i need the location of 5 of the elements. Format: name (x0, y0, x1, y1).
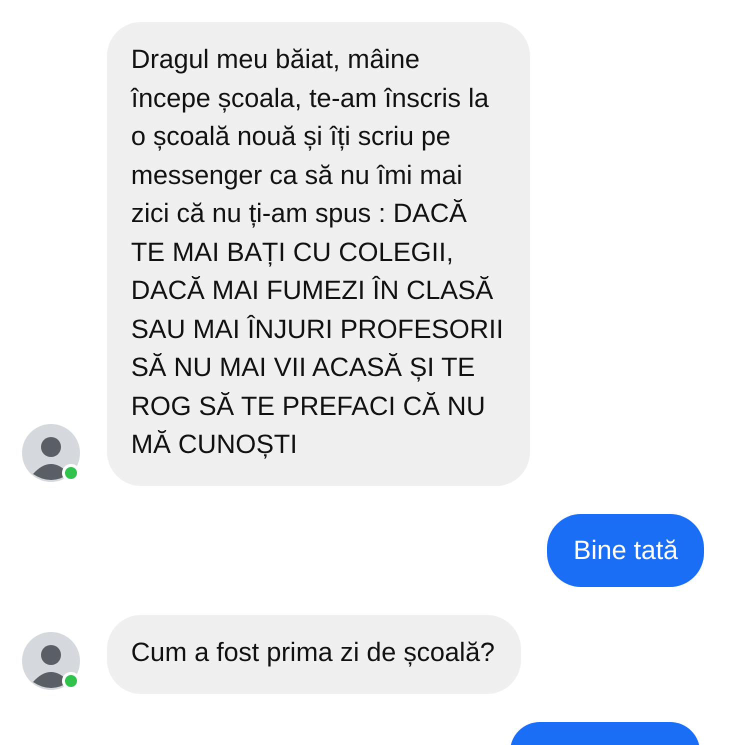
avatar (22, 424, 80, 482)
message-bubble: Bine tată (547, 514, 704, 587)
avatar (22, 632, 80, 690)
message-bubble: Cum a fost prima zi de școală? (107, 615, 521, 694)
message-bubble: Dragul meu băiat, mâine începe școala, te-am înscris la o școală nouă și îți scriu pe messenger ca să nu îmi mai zici că nu ți-am spus : DACĂ TE MAI BAȚI CU COLEGII, DACĂ MAI FUMEZI ÎN CLASĂ SAU MAI ÎNJURI PROFESORII SĂ NU MAI VII ACASĂ ȘI TE ROG SĂ TE PREFACI CĂ NU MĂ CUNOȘTI (107, 22, 530, 486)
